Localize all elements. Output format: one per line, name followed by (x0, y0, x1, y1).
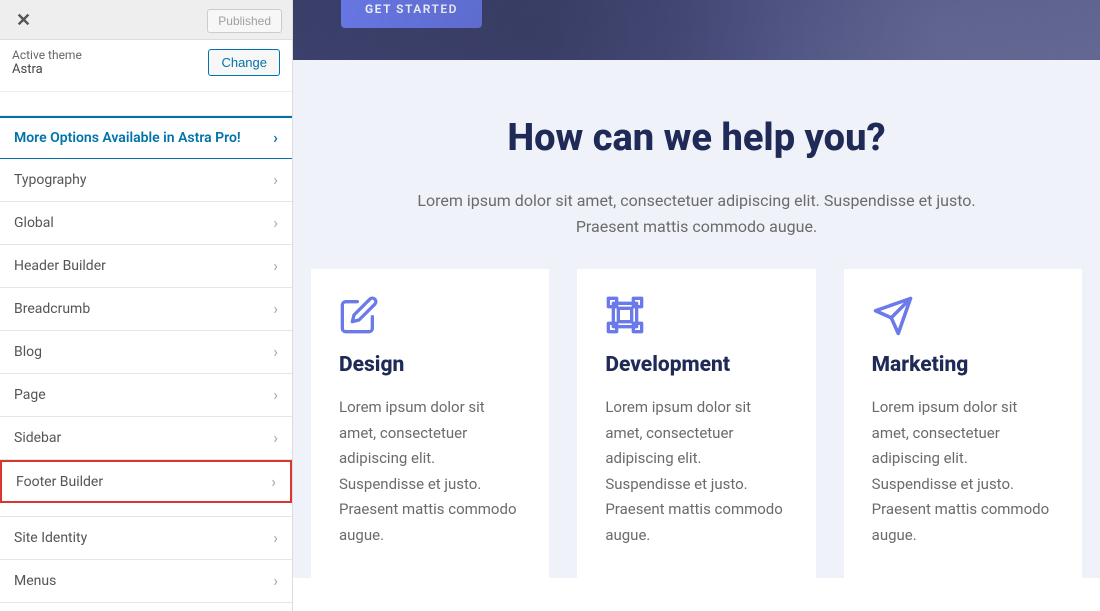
chevron-right-icon: › (273, 130, 278, 146)
menu-item-page[interactable]: Page › (0, 374, 292, 417)
menu-label: More Options Available in Astra Pro! (14, 130, 241, 146)
menu-label: Site Identity (14, 530, 87, 546)
card-marketing: Marketing Lorem ipsum dolor sit amet, co… (844, 269, 1082, 578)
customizer-menu: More Options Available in Astra Pro! › T… (0, 92, 292, 603)
menu-item-breadcrumb[interactable]: Breadcrumb › (0, 288, 292, 331)
menu-item-sidebar[interactable]: Sidebar › (0, 417, 292, 460)
menu-label: Typography (14, 172, 86, 188)
chevron-right-icon: › (273, 573, 278, 589)
card-body: Lorem ipsum dolor sit amet, consectetuer… (872, 395, 1054, 548)
active-theme-label: Active theme (12, 48, 82, 62)
close-icon[interactable]: ✕ (10, 8, 37, 33)
get-started-button[interactable]: GET STARTED (341, 0, 482, 28)
paper-plane-icon (872, 295, 1054, 339)
active-theme-row: Active theme Astra Change (0, 40, 292, 92)
published-button[interactable]: Published (207, 9, 282, 33)
menu-item-site-identity[interactable]: Site Identity › (0, 517, 292, 560)
preview-pane: GET STARTED How can we help you? Lorem i… (293, 0, 1100, 611)
chevron-right-icon: › (273, 258, 278, 274)
menu-label: Menus (14, 573, 56, 589)
chevron-right-icon: › (273, 387, 278, 403)
select-object-icon (605, 295, 787, 339)
customizer-sidebar: ✕ Published Active theme Astra Change Mo… (0, 0, 293, 611)
card-design: Design Lorem ipsum dolor sit amet, conse… (311, 269, 549, 578)
change-theme-button[interactable]: Change (208, 49, 280, 76)
card-body: Lorem ipsum dolor sit amet, consectetuer… (605, 395, 787, 548)
active-theme-name: Astra (12, 62, 82, 77)
menu-label: Footer Builder (16, 474, 103, 490)
menu-item-header-builder[interactable]: Header Builder › (0, 245, 292, 288)
menu-item-blog[interactable]: Blog › (0, 331, 292, 374)
sidebar-topbar: ✕ Published (0, 0, 292, 40)
chevron-right-icon: › (273, 430, 278, 446)
menu-item-menus[interactable]: Menus › (0, 560, 292, 603)
help-title: How can we help you? (333, 116, 1060, 160)
help-section: How can we help you? Lorem ipsum dolor s… (293, 60, 1100, 269)
help-subtitle: Lorem ipsum dolor sit amet, consectetuer… (387, 188, 1007, 239)
menu-label: Breadcrumb (14, 301, 90, 317)
card-title: Marketing (872, 353, 1054, 377)
card-body: Lorem ipsum dolor sit amet, consectetuer… (339, 395, 521, 548)
card-title: Development (605, 353, 787, 377)
chevron-right-icon: › (273, 344, 278, 360)
chevron-right-icon: › (271, 474, 276, 490)
chevron-right-icon: › (273, 215, 278, 231)
menu-item-astra-pro[interactable]: More Options Available in Astra Pro! › (0, 116, 292, 159)
menu-item-global[interactable]: Global › (0, 202, 292, 245)
menu-label: Header Builder (14, 258, 106, 274)
menu-item-typography[interactable]: Typography › (0, 159, 292, 202)
menu-spacer (0, 92, 292, 116)
menu-label: Global (14, 215, 54, 231)
chevron-right-icon: › (273, 530, 278, 546)
chevron-right-icon: › (273, 301, 278, 317)
menu-label: Sidebar (14, 430, 61, 446)
pencil-square-icon (339, 295, 521, 339)
chevron-right-icon: › (273, 172, 278, 188)
hero-section: GET STARTED (293, 0, 1100, 60)
cards-row: Design Lorem ipsum dolor sit amet, conse… (293, 269, 1100, 578)
menu-label: Page (14, 387, 46, 403)
card-title: Design (339, 353, 521, 377)
menu-label: Blog (14, 344, 42, 360)
menu-item-footer-builder[interactable]: Footer Builder › (0, 460, 292, 503)
menu-spacer (0, 503, 292, 517)
card-development: Development Lorem ipsum dolor sit amet, … (577, 269, 815, 578)
